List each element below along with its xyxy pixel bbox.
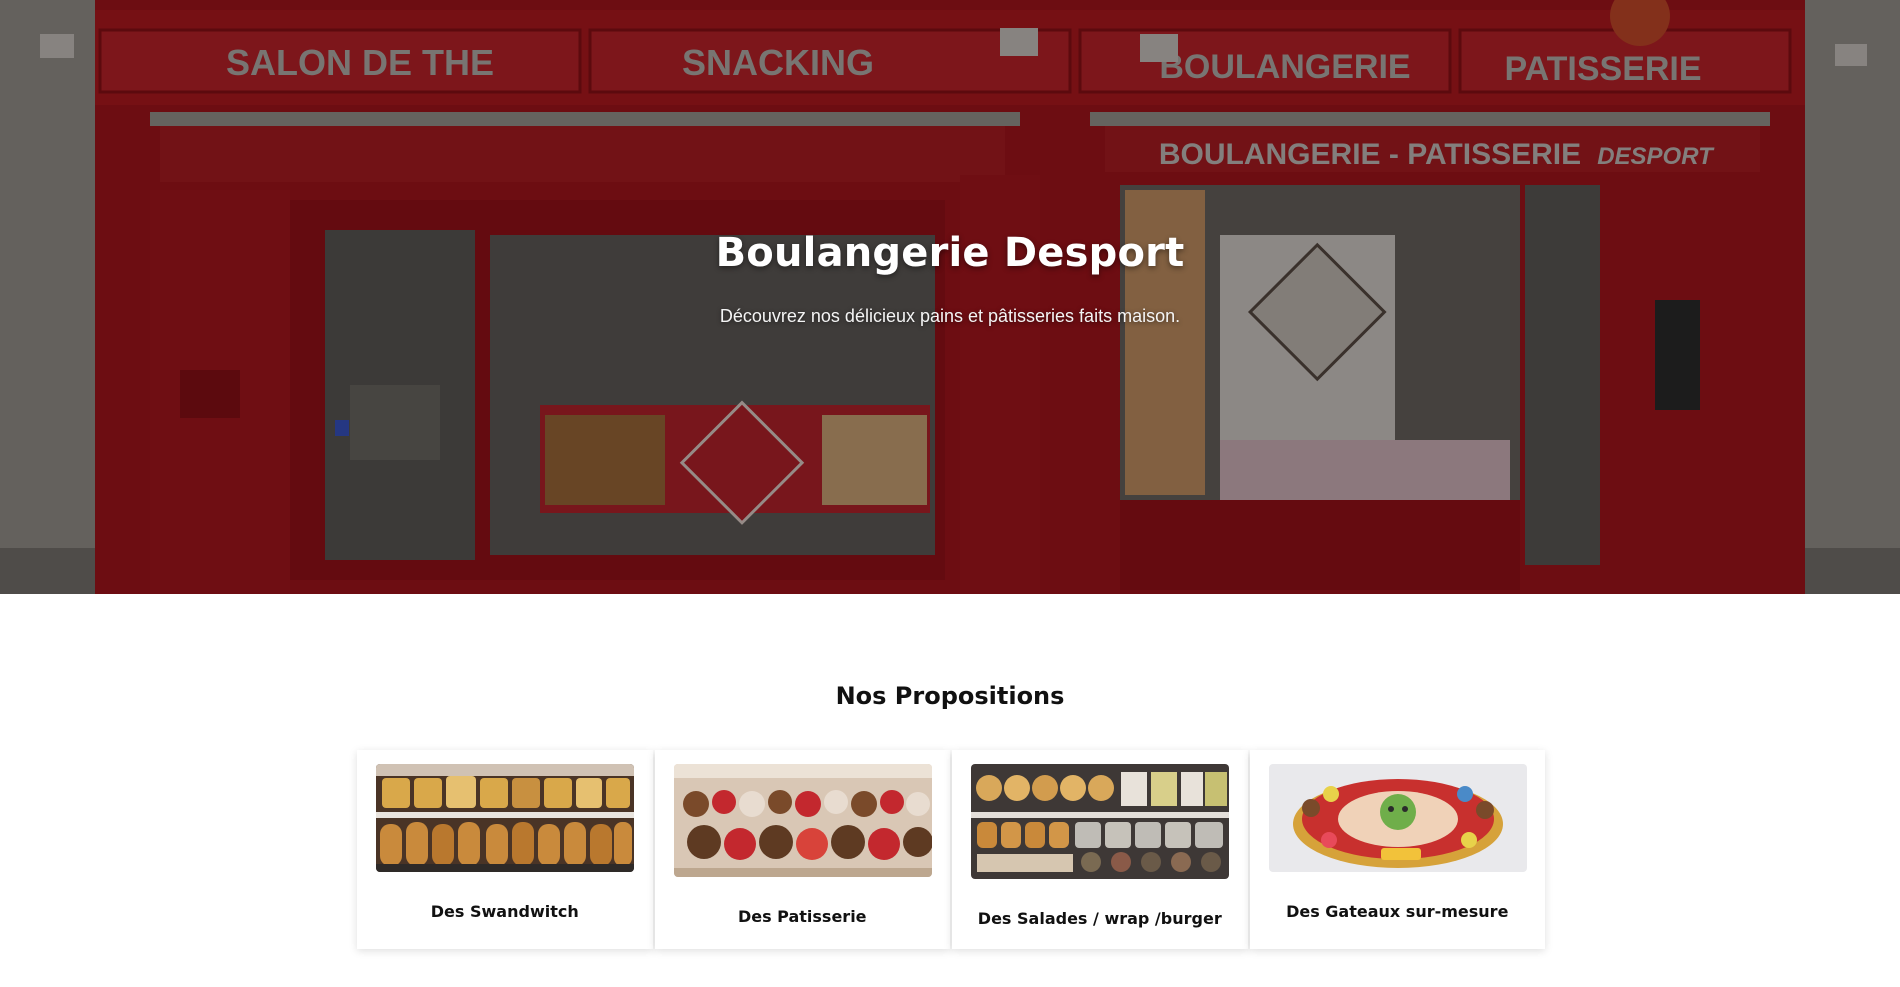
card-label: Des Patisserie	[737, 907, 867, 926]
custom-cake-photo-icon	[1268, 764, 1527, 872]
hero-subtitle: Découvrez nos délicieux pains et pâtisse…	[719, 306, 1181, 326]
hero-section: SALON DE THE SNACKING BOULANGERIE PATISS…	[0, 0, 1900, 594]
card-patisserie[interactable]: Des Patisserie	[654, 750, 950, 949]
card-label: Des Swandwitch	[430, 902, 579, 921]
propositions-section: Nos Propositions Des Swandwitch Des Pati…	[0, 594, 1900, 987]
card-sandwich[interactable]: Des Swandwitch	[357, 750, 653, 949]
hero-content: Boulangerie Desport Découvrez nos délici…	[0, 230, 1900, 327]
hero-title: Boulangerie Desport	[715, 230, 1185, 276]
card-gateaux[interactable]: Des Gateaux sur-mesure	[1249, 750, 1545, 949]
card-label: Des Salades / wrap /burger	[977, 909, 1222, 928]
propositions-cards: Des Swandwitch Des Patisserie Des Salade…	[357, 750, 1545, 949]
pastry-photo-icon	[673, 764, 932, 877]
card-label: Des Gateaux sur-mesure	[1286, 902, 1509, 921]
sandwich-photo-icon	[376, 764, 634, 872]
salad-wrap-burger-photo-icon	[971, 764, 1229, 879]
card-salades[interactable]: Des Salades / wrap /burger	[952, 750, 1248, 949]
section-title: Nos Propositions	[835, 682, 1065, 710]
